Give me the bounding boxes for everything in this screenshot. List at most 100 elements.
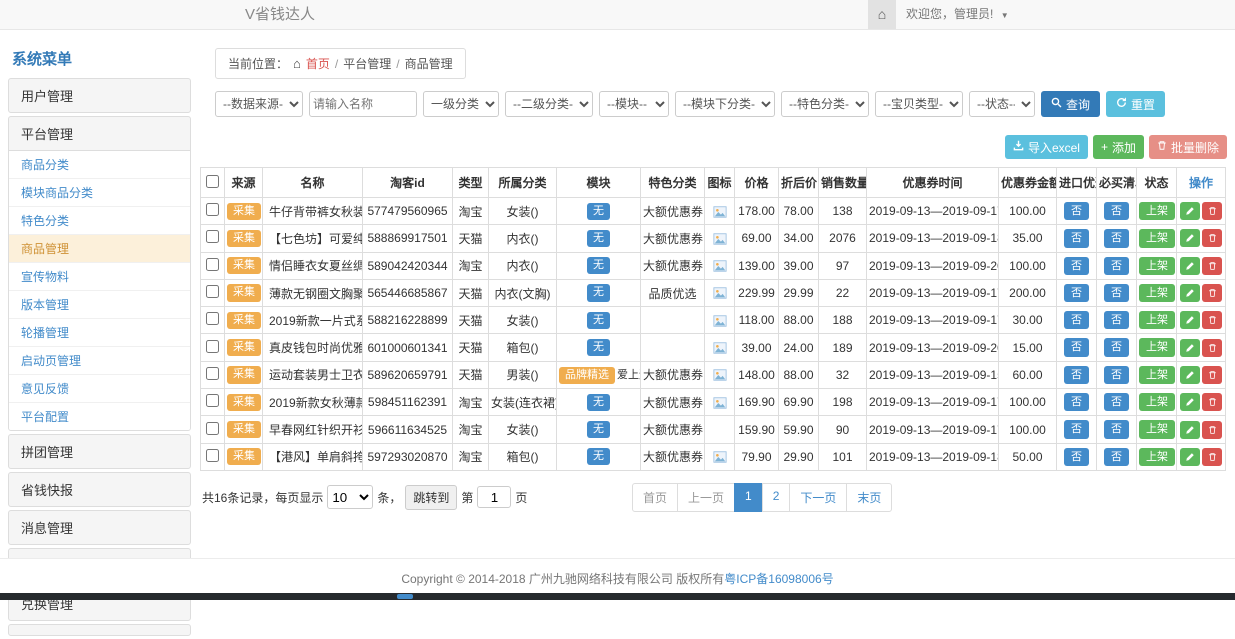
welcome-dropdown[interactable]: 欢迎您，管理员! ▼ <box>906 0 1009 30</box>
import-select-button[interactable]: 否 <box>1064 420 1089 438</box>
sidebar-subitem[interactable]: 商品分类 <box>9 151 190 179</box>
must-buy-button[interactable]: 否 <box>1104 338 1129 356</box>
delete-button[interactable] <box>1202 202 1222 220</box>
import-select-button[interactable]: 否 <box>1064 284 1089 302</box>
row-checkbox[interactable] <box>206 449 219 462</box>
row-checkbox[interactable] <box>206 258 219 271</box>
feature-category-select[interactable]: --特色分类-- <box>781 91 869 117</box>
select-all-checkbox[interactable] <box>206 175 219 188</box>
breadcrumb-item[interactable]: 商品管理 <box>405 55 453 72</box>
delete-button[interactable] <box>1202 284 1222 302</box>
pager-item[interactable]: 上一页 <box>677 483 735 512</box>
icp-link[interactable]: 粤ICP备16098006号 <box>724 572 833 586</box>
row-checkbox[interactable] <box>206 285 219 298</box>
pager-item[interactable]: 末页 <box>846 483 892 512</box>
status-button[interactable]: 上架 <box>1139 420 1175 438</box>
status-button[interactable]: 上架 <box>1139 202 1175 220</box>
sidebar-subitem[interactable]: 平台配置 <box>9 403 190 430</box>
must-buy-button[interactable]: 否 <box>1104 311 1129 329</box>
import-select-button[interactable]: 否 <box>1064 202 1089 220</box>
sidebar-group[interactable]: 省钱快报 <box>9 473 190 506</box>
pager-item[interactable]: 2 <box>762 483 791 512</box>
row-checkbox[interactable] <box>206 203 219 216</box>
level2-category-select[interactable]: --二级分类-- <box>505 91 593 117</box>
per-page-select[interactable]: 10 <box>327 485 373 509</box>
must-buy-button[interactable]: 否 <box>1104 284 1129 302</box>
must-buy-button[interactable]: 否 <box>1104 257 1129 275</box>
status-button[interactable]: 上架 <box>1139 284 1175 302</box>
search-button[interactable]: 查询 <box>1041 91 1100 117</box>
edit-button[interactable] <box>1180 448 1200 466</box>
edit-button[interactable] <box>1180 421 1200 439</box>
edit-button[interactable] <box>1180 284 1200 302</box>
level1-category-select[interactable]: 一级分类 <box>423 91 499 117</box>
home-button[interactable]: ⌂ <box>868 0 896 29</box>
status-button[interactable]: 上架 <box>1139 448 1175 466</box>
must-buy-button[interactable]: 否 <box>1104 202 1129 220</box>
sidebar-subitem[interactable]: 宣传物料 <box>9 263 190 291</box>
delete-button[interactable] <box>1202 448 1222 466</box>
jump-button[interactable]: 跳转到 <box>405 485 457 510</box>
add-button[interactable]: + 添加 <box>1093 135 1144 159</box>
pager-item[interactable]: 下一页 <box>789 483 847 512</box>
import-select-button[interactable]: 否 <box>1064 257 1089 275</box>
import-select-button[interactable]: 否 <box>1064 311 1089 329</box>
delete-button[interactable] <box>1202 339 1222 357</box>
import-select-button[interactable]: 否 <box>1064 393 1089 411</box>
row-checkbox[interactable] <box>206 230 219 243</box>
delete-button[interactable] <box>1202 257 1222 275</box>
status-button[interactable]: 上架 <box>1139 229 1175 247</box>
delete-button[interactable] <box>1202 366 1222 384</box>
sidebar-group[interactable]: 消息管理 <box>9 511 190 544</box>
import-select-button[interactable]: 否 <box>1064 366 1089 384</box>
item-type-select[interactable]: --宝贝类型-- <box>875 91 963 117</box>
row-checkbox[interactable] <box>206 312 219 325</box>
must-buy-button[interactable]: 否 <box>1104 420 1129 438</box>
pager-item[interactable]: 首页 <box>632 483 678 512</box>
must-buy-button[interactable]: 否 <box>1104 229 1129 247</box>
edit-button[interactable] <box>1180 229 1200 247</box>
data-source-select[interactable]: --数据来源-- <box>215 91 303 117</box>
module-select[interactable]: --模块-- <box>599 91 669 117</box>
edit-button[interactable] <box>1180 311 1200 329</box>
sidebar-subitem[interactable]: 特色分类 <box>9 207 190 235</box>
import-select-button[interactable]: 否 <box>1064 448 1089 466</box>
edit-button[interactable] <box>1180 339 1200 357</box>
sidebar-subitem[interactable]: 模块商品分类 <box>9 179 190 207</box>
must-buy-button[interactable]: 否 <box>1104 448 1129 466</box>
delete-button[interactable] <box>1202 393 1222 411</box>
sidebar-subitem[interactable]: 商品管理 <box>9 235 190 263</box>
sidebar-group[interactable]: 平台管理 <box>9 117 190 150</box>
sidebar-group[interactable]: 用户管理 <box>9 79 190 112</box>
page-number-input[interactable] <box>477 486 511 508</box>
name-input[interactable] <box>309 91 417 117</box>
reset-button[interactable]: 重置 <box>1106 91 1165 117</box>
must-buy-button[interactable]: 否 <box>1104 366 1129 384</box>
breadcrumb-item[interactable]: 平台管理 <box>343 55 391 72</box>
delete-button[interactable] <box>1202 229 1222 247</box>
row-checkbox[interactable] <box>206 367 219 380</box>
import-excel-button[interactable]: 导入excel <box>1005 135 1088 159</box>
delete-button[interactable] <box>1202 421 1222 439</box>
sidebar-subitem[interactable]: 轮播管理 <box>9 319 190 347</box>
edit-button[interactable] <box>1180 257 1200 275</box>
row-checkbox[interactable] <box>206 394 219 407</box>
sidebar-group[interactable]: 提现管理 <box>9 625 190 636</box>
status-button[interactable]: 上架 <box>1139 393 1175 411</box>
row-checkbox[interactable] <box>206 340 219 353</box>
edit-button[interactable] <box>1180 366 1200 384</box>
status-button[interactable]: 上架 <box>1139 257 1175 275</box>
breadcrumb-home-link[interactable]: 首页 <box>306 55 330 72</box>
pager-item[interactable]: 1 <box>734 483 763 512</box>
status-select[interactable]: --状态-- <box>969 91 1035 117</box>
status-button[interactable]: 上架 <box>1139 366 1175 384</box>
sidebar-subitem[interactable]: 启动页管理 <box>9 347 190 375</box>
edit-button[interactable] <box>1180 202 1200 220</box>
import-select-button[interactable]: 否 <box>1064 338 1089 356</box>
batch-delete-button[interactable]: 批量删除 <box>1149 135 1227 159</box>
must-buy-button[interactable]: 否 <box>1104 393 1129 411</box>
sidebar-group[interactable]: 拼团管理 <box>9 435 190 468</box>
status-button[interactable]: 上架 <box>1139 338 1175 356</box>
delete-button[interactable] <box>1202 311 1222 329</box>
sidebar-subitem[interactable]: 版本管理 <box>9 291 190 319</box>
